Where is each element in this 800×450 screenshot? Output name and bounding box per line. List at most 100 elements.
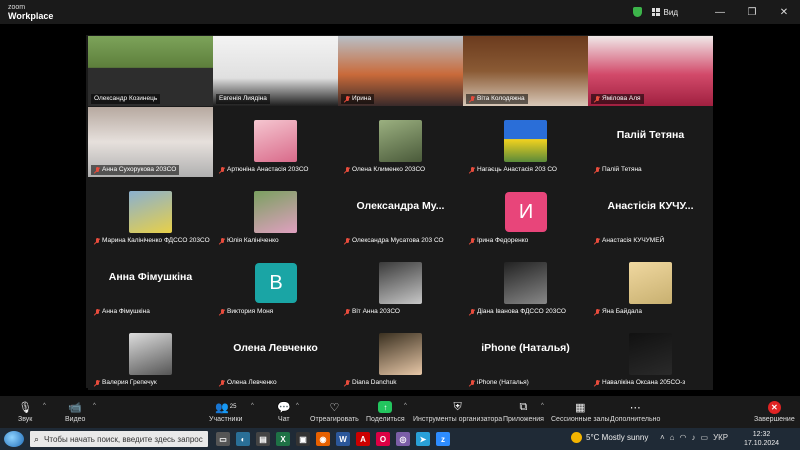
weather-widget[interactable]: 5°C Mostly sunny <box>571 432 648 443</box>
participant-name: Олена Клименко 203СО <box>352 166 426 173</box>
participant-name: Нагаєць Анастасія 203 СО <box>477 166 557 173</box>
muted-microphone-icon <box>94 237 100 245</box>
start-button-icon[interactable] <box>4 431 24 447</box>
edge-browser-icon[interactable]: ◐ <box>236 432 250 446</box>
telegram-icon[interactable]: ➤ <box>416 432 430 446</box>
opera-icon[interactable]: O <box>376 432 390 446</box>
participant-tile[interactable]: В Виктория Моня <box>213 249 338 319</box>
participant-name-label: Олександра Мусатова 203 СО <box>341 236 447 246</box>
excel-icon[interactable]: X <box>276 432 290 446</box>
participant-tile[interactable]: Віта Колодяжна <box>463 36 588 106</box>
participant-tile[interactable]: Віт Анна 203СО <box>338 249 463 319</box>
maximize-button[interactable]: ❐ <box>736 0 768 24</box>
title-bar: zoom Workplace Вид — ❐ ✕ <box>0 0 800 24</box>
video-button[interactable]: 📹 Видео <box>65 399 85 424</box>
participant-tile[interactable]: Палій Тетяна Палій Тетяна <box>588 107 713 177</box>
muted-microphone-icon <box>219 166 225 174</box>
participant-tile[interactable]: Diana Danchuk <box>338 320 463 390</box>
word-icon[interactable]: W <box>336 432 350 446</box>
participant-name: Ірина Федоренко <box>477 237 529 244</box>
participant-tile[interactable]: Марина Калініченко ФДССО 203СО <box>88 178 213 248</box>
participant-display-name: Палій Тетяна <box>616 129 685 141</box>
participant-name: Марина Калініченко ФДССО 203СО <box>102 237 210 244</box>
participant-name-label: Анна Фімушкіна <box>91 307 153 317</box>
end-meeting-button[interactable]: ✕ Завершение <box>754 399 795 423</box>
muted-microphone-icon <box>344 95 350 103</box>
share-options-chevron-icon[interactable]: ^ <box>404 403 407 409</box>
participant-name: Виктория Моня <box>227 308 274 315</box>
participant-name-label: Артюніна Анастасія 203СО <box>216 165 312 175</box>
participants-button[interactable]: 👥 25 Участники <box>209 399 242 424</box>
participant-tile[interactable]: Юлія Калініченко <box>213 178 338 248</box>
windows-taskbar: ⌕ Чтобы начать поиск, введите здесь запр… <box>0 428 800 450</box>
minimize-button[interactable]: — <box>704 0 736 24</box>
muted-microphone-icon <box>594 95 600 103</box>
video-camera-icon: 📹 <box>68 401 83 414</box>
participant-name-label: Валерия Грепечук <box>91 378 160 388</box>
more-button[interactable]: ⋯ Дополнительно <box>610 399 660 424</box>
participant-name-label: Олександр Козинець <box>91 94 161 104</box>
participant-name: Diana Danchuk <box>352 379 397 386</box>
participant-tile[interactable]: Нагаєць Анастасія 203 СО <box>463 107 588 177</box>
share-button[interactable]: ↑ Поделиться <box>366 399 405 423</box>
wifi-icon[interactable]: ◠ <box>680 433 687 442</box>
participants-options-chevron-icon[interactable]: ^ <box>251 403 254 409</box>
participant-name-label: Анастасія КУЧУМЕЙ <box>591 236 667 246</box>
breakout-rooms-button[interactable]: ▦ Сессионные залы <box>551 399 610 424</box>
close-window-button[interactable]: ✕ <box>768 0 800 24</box>
participant-tile[interactable]: Анна Фімушкіна Анна Фімушкіна <box>88 249 213 319</box>
participant-tile[interactable]: Ямілова Аля <box>588 36 713 106</box>
participant-name: Олена Левченко <box>227 379 277 386</box>
task-view-icon[interactable]: ▭ <box>216 432 230 446</box>
participant-tile[interactable]: Олександра Му... Олександра Мусатова 203 … <box>338 178 463 248</box>
chevron-up-icon[interactable]: ˄ <box>660 433 665 442</box>
participant-tile[interactable]: Яна Байдала <box>588 249 713 319</box>
battery-icon[interactable]: ▭ <box>701 433 709 442</box>
participant-tile[interactable]: Діана Іванова ФДССО 203СО <box>463 249 588 319</box>
muted-microphone-icon <box>344 166 350 174</box>
participant-tile[interactable]: Навалікіна Оксана 205СО-з <box>588 320 713 390</box>
apps-button[interactable]: ⧉ Приложения <box>503 399 544 424</box>
firefox-icon[interactable]: ◉ <box>316 432 330 446</box>
muted-microphone-icon <box>94 308 100 316</box>
participant-tile[interactable]: iPhone (Наталья) iPhone (Наталья) <box>463 320 588 390</box>
chat-button[interactable]: 💬 Чат <box>277 399 291 424</box>
breakout-rooms-label: Сессионные залы <box>551 416 610 423</box>
video-options-chevron-icon[interactable]: ^ <box>93 403 96 409</box>
participant-tile[interactable]: Евгенія Лиядіна <box>213 36 338 106</box>
participant-name: Юлія Калініченко <box>227 237 279 244</box>
audio-button[interactable]: 🎙 Звук <box>18 399 32 424</box>
participant-tile[interactable]: Ирина <box>338 36 463 106</box>
store-icon[interactable]: ▣ <box>296 432 310 446</box>
volume-icon[interactable]: ♪ <box>692 433 696 442</box>
participant-name: Ямілова Аля <box>602 95 641 102</box>
participant-tile[interactable]: Анастісія КУЧУ... Анастасія КУЧУМЕЙ <box>588 178 713 248</box>
audio-options-chevron-icon[interactable]: ^ <box>43 403 46 409</box>
view-button[interactable]: Вид <box>651 8 678 17</box>
participant-tile[interactable]: Валерия Грепечук <box>88 320 213 390</box>
participant-tile[interactable]: Анна Сухорукова 203СО <box>88 107 213 177</box>
react-button[interactable]: ♡ Отреагировать <box>310 399 359 424</box>
participant-name: Ирина <box>352 95 372 102</box>
viber-icon[interactable]: ◎ <box>396 432 410 446</box>
host-tools-button[interactable]: ⛨ Инструменты организатора <box>413 399 502 424</box>
language-indicator[interactable]: УКР <box>713 433 728 442</box>
participant-name: Віта Колодяжна <box>477 95 525 102</box>
participant-display-name: iPhone (Наталья) <box>481 342 570 354</box>
chat-icon: 💬 <box>277 401 291 414</box>
acrobat-icon[interactable]: A <box>356 432 370 446</box>
file-explorer-icon[interactable]: ▤ <box>256 432 270 446</box>
clock[interactable]: 12:32 17.10.2024 <box>744 430 779 448</box>
participant-tile[interactable]: Олена Левченко Олена Левченко <box>213 320 338 390</box>
participant-tile[interactable]: Артюніна Анастасія 203СО <box>213 107 338 177</box>
participant-tile[interactable]: Олександр Козинець <box>88 36 213 106</box>
chat-options-chevron-icon[interactable]: ^ <box>296 403 299 409</box>
participant-tile[interactable]: Олена Клименко 203СО <box>338 107 463 177</box>
participant-photo <box>504 262 547 304</box>
apps-options-chevron-icon[interactable]: ^ <box>541 403 544 409</box>
zoom-app-icon[interactable]: z <box>436 432 450 446</box>
taskbar-search[interactable]: ⌕ Чтобы начать поиск, введите здесь запр… <box>30 431 208 447</box>
network-icon[interactable]: ⌂ <box>670 433 675 442</box>
security-shield-icon[interactable] <box>632 7 642 17</box>
participant-tile[interactable]: И Ірина Федоренко <box>463 178 588 248</box>
